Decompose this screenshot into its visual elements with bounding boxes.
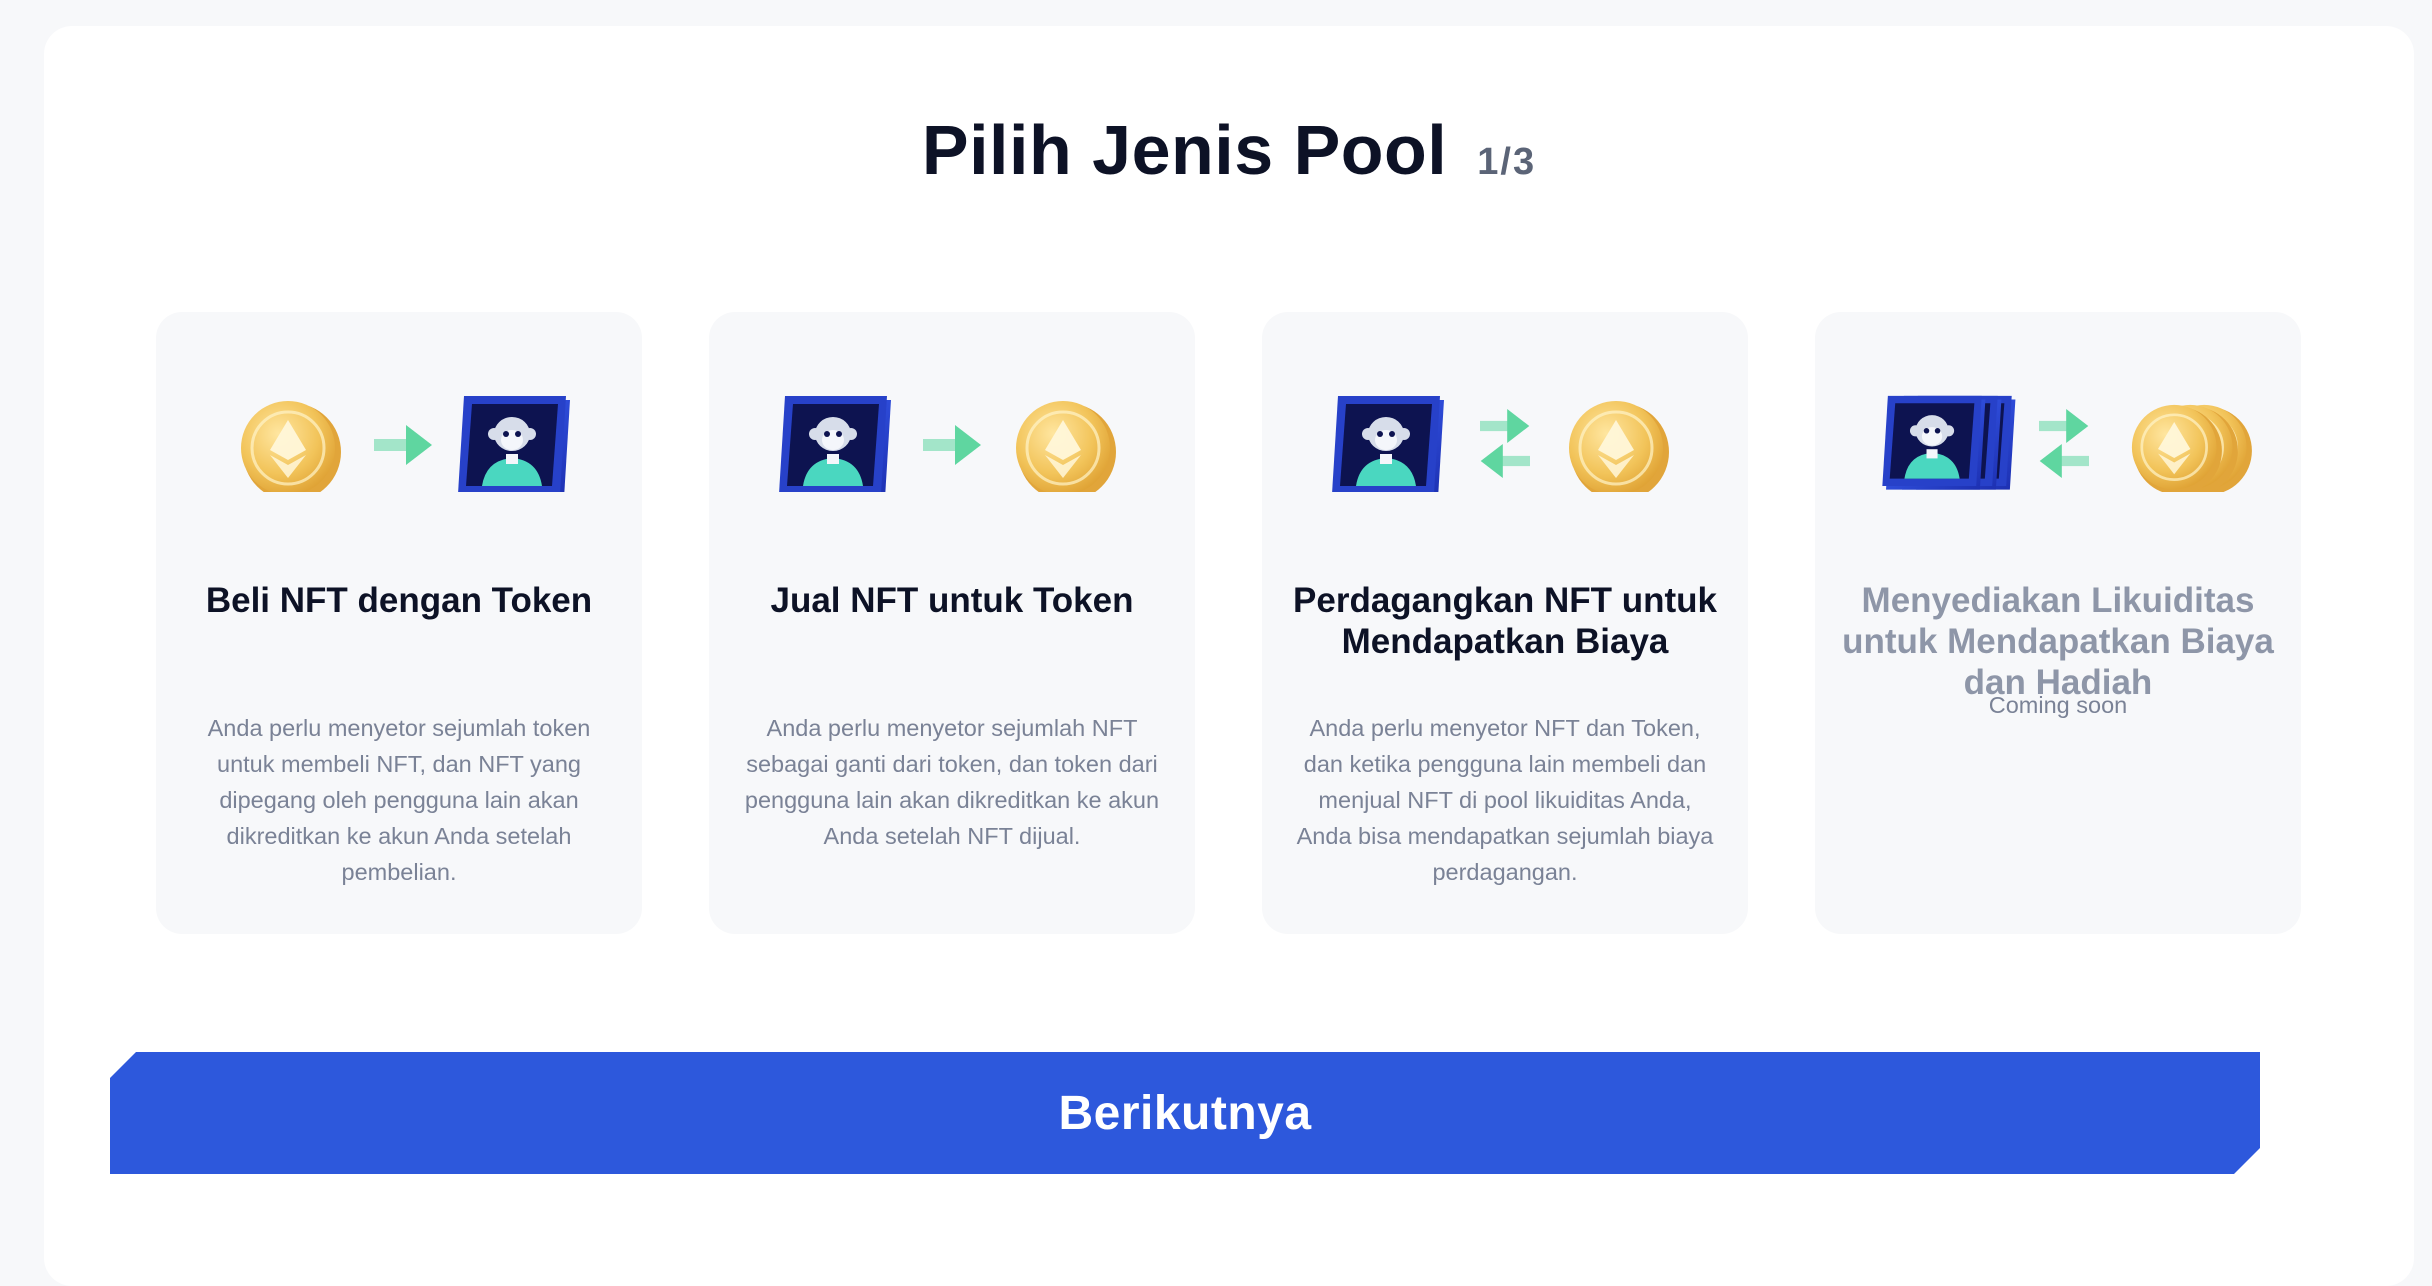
- card-title: Jual NFT untuk Token: [770, 581, 1134, 620]
- icon-row: [1815, 312, 2301, 497]
- arrow-right-icon: [923, 425, 981, 465]
- nft-card-icon: [1332, 396, 1444, 498]
- eth-coin-icon: [1014, 399, 1118, 503]
- pool-option-provide-liquidity: Menyediakan Likuiditas untuk Mendapatkan…: [1815, 312, 2301, 934]
- card-description: Anda perlu menyetor sejumlah NFT sebagai…: [744, 715, 1160, 849]
- pool-option-trade-nft[interactable]: Perdagangkan NFT untuk Mendapatkan Biaya…: [1262, 312, 1748, 934]
- next-button[interactable]: Berikutnya: [110, 1052, 2260, 1174]
- card-title: Perdagangkan NFT untuk Mendapatkan Biaya: [1293, 581, 1717, 661]
- icon-row: [709, 312, 1195, 503]
- card-title: Beli NFT dengan Token: [205, 581, 593, 620]
- page-header: Pilih Jenis Pool 1/3: [44, 110, 2414, 190]
- nft-card-icon: [458, 396, 570, 498]
- eth-coin-icon: [1567, 399, 1671, 503]
- eth-coin-icon: [239, 399, 343, 503]
- step-indicator: 1/3: [1477, 141, 1537, 183]
- swap-arrows-icon: [1480, 409, 1530, 478]
- eth-coin-stack-icon: [2130, 403, 2254, 497]
- arrow-right-icon: [374, 425, 432, 465]
- icon-row: [156, 312, 642, 503]
- card-description: Anda perlu menyetor sejumlah token untuk…: [207, 715, 591, 885]
- nft-card-icon: [779, 396, 891, 498]
- pool-option-sell-nft[interactable]: Jual NFT untuk Token Anda perlu menyetor…: [709, 312, 1195, 934]
- pool-option-buy-nft[interactable]: Beli NFT dengan Token Anda perlu menyeto…: [156, 312, 642, 934]
- page-title: Pilih Jenis Pool: [921, 111, 1448, 189]
- card-description: Anda perlu menyetor NFT dan Token, dan k…: [1296, 715, 1714, 885]
- coming-soon-label: Coming soon: [1988, 692, 2128, 718]
- nft-card-stack-icon: [1882, 395, 2016, 490]
- icon-row: [1262, 312, 1748, 503]
- card-title: Menyediakan Likuiditas untuk Mendapatkan…: [1842, 581, 2274, 702]
- swap-arrows-icon: [2039, 409, 2089, 478]
